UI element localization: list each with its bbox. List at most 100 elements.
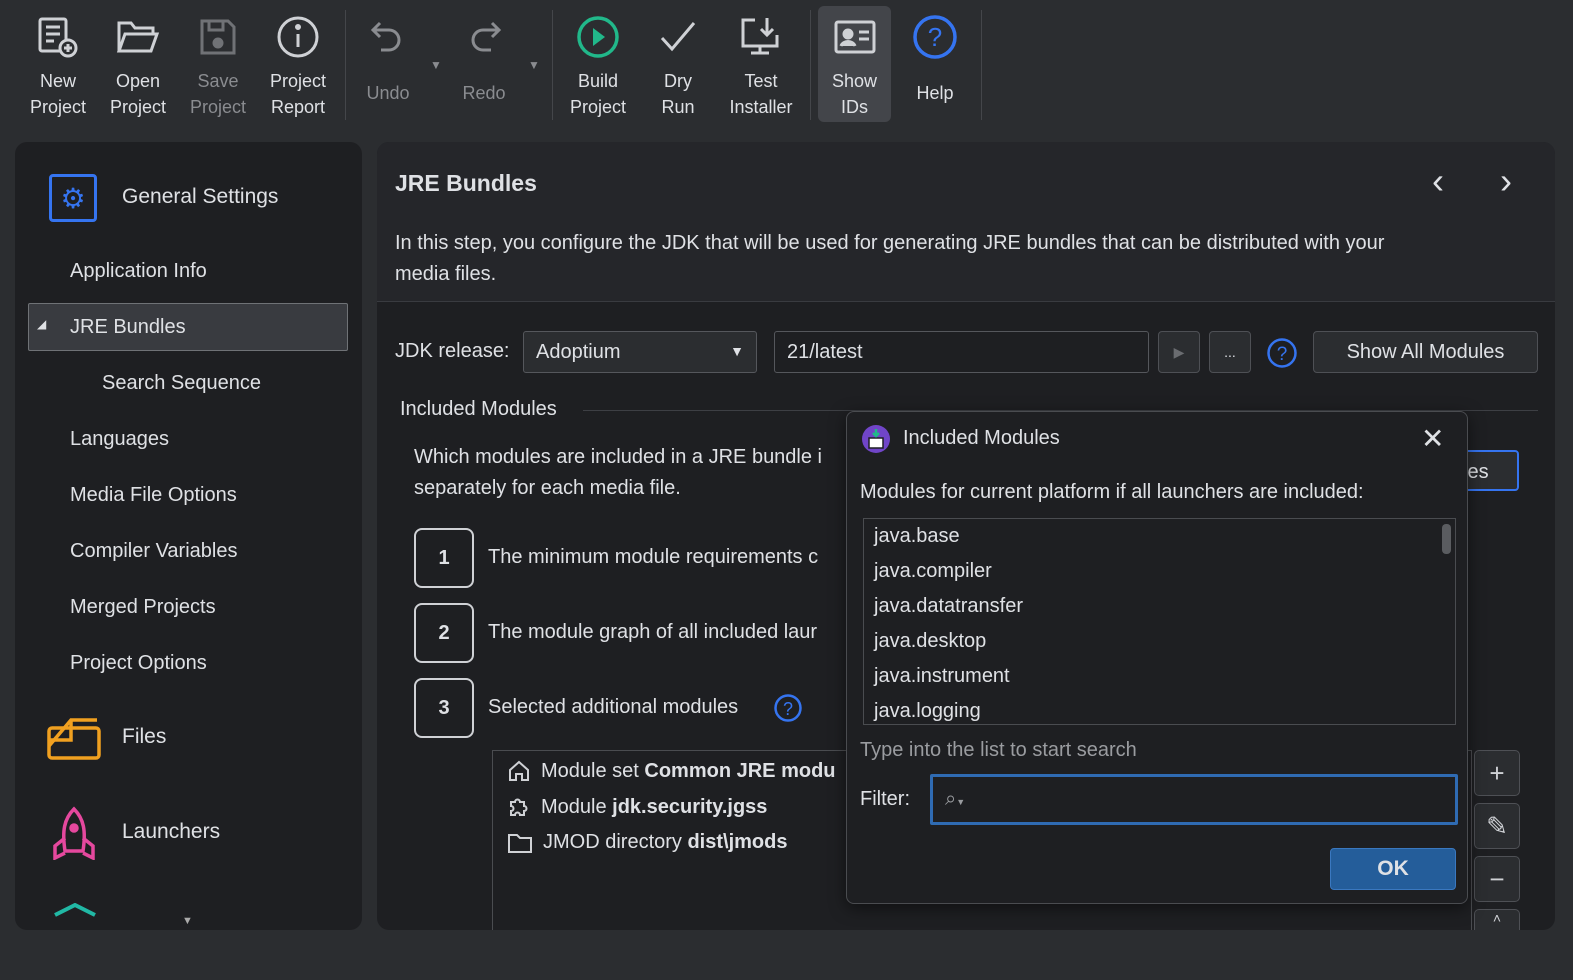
svg-text:?: ? (783, 699, 793, 719)
new-project-button[interactable]: New Project (22, 6, 94, 122)
minus-icon: − (1489, 863, 1505, 894)
undo-button[interactable]: Undo (352, 6, 424, 122)
project-report-button[interactable]: Project Report (262, 6, 334, 122)
jdk-release-label: JDK release: (395, 340, 510, 362)
jdk-provider-value: Adoptium (536, 340, 621, 363)
new-project-label: New Project (29, 71, 87, 117)
build-project-button[interactable]: Build Project (562, 6, 634, 122)
chevron-down-icon: ▼ (730, 343, 744, 359)
checkmark-icon (658, 6, 698, 68)
test-installer-label: Test Installer (729, 71, 793, 117)
browse-button[interactable]: ... (1209, 331, 1251, 373)
module-entry-value: jdk.security.jgss (612, 795, 768, 818)
included-desc-line-1: Which modules are included in a JRE bund… (414, 446, 822, 468)
search-icon: ⌕▼ (945, 788, 966, 810)
module-entry[interactable]: Module jdk.security.jgss (507, 795, 767, 819)
show-all-modules-button[interactable]: Show All Modules (1313, 331, 1538, 373)
home-icon (509, 760, 529, 781)
sidebar: ⚙ General Settings Application Info ◢ JR… (15, 142, 362, 930)
filter-input[interactable]: ⌕▼ (930, 774, 1458, 825)
included-modules-heading: Included Modules (400, 398, 557, 420)
edit-entry-button[interactable]: ✎ (1474, 803, 1520, 849)
help-icon[interactable]: ? (1266, 337, 1298, 375)
redo-button[interactable]: Redo (448, 6, 520, 122)
module-list-item[interactable]: java.compiler (864, 554, 1455, 589)
module-entry-value: dist\jmods (687, 831, 788, 853)
included-modules-dialog: Included Modules ✕ Modules for current p… (846, 411, 1468, 904)
help-icon[interactable]: ? (773, 693, 803, 729)
build-project-label: Build Project (569, 71, 627, 117)
module-list-item[interactable]: java.instrument (864, 659, 1455, 694)
browse-label: ... (1224, 344, 1236, 360)
included-desc-line-2: separately for each media file. (414, 477, 681, 499)
plus-icon: + (1489, 757, 1505, 788)
sidebar-item-search-sequence[interactable]: Search Sequence (102, 372, 261, 395)
gear-icon: ⚙ (49, 174, 97, 222)
sidebar-section-files[interactable]: Files (122, 725, 166, 749)
ok-button[interactable]: OK (1330, 848, 1456, 890)
module-list-item[interactable]: java.logging (864, 694, 1455, 724)
scrollbar-thumb[interactable] (1442, 524, 1451, 554)
chevron-up-icon: ˄ (1492, 910, 1502, 926)
step-text-3: Selected additional modules (488, 696, 739, 718)
sidebar-item-application-info[interactable]: Application Info (70, 260, 207, 283)
jdk-provider-select[interactable]: Adoptium ▼ (523, 331, 757, 373)
sidebar-item-jre-bundles[interactable]: ◢ JRE Bundles (28, 303, 348, 351)
redo-dropdown-icon[interactable]: ▼ (528, 58, 540, 72)
toolbar-separator (552, 10, 553, 120)
module-entry[interactable]: JMOD directory dist\jmods (507, 831, 787, 854)
sidebar-item-languages[interactable]: Languages (70, 428, 169, 451)
save-icon (198, 6, 238, 68)
module-entry-prefix: Module set (541, 759, 645, 782)
step-text-1: The minimum module requirements c (488, 546, 819, 568)
jdk-version-value: 21/latest (787, 340, 863, 363)
save-project-button[interactable]: Save Project (182, 6, 254, 122)
scroll-down-icon[interactable]: ▼ (182, 915, 193, 927)
svg-text:?: ? (928, 22, 942, 52)
sidebar-item-label: JRE Bundles (70, 316, 186, 338)
show-ids-button[interactable]: Show IDs (818, 6, 891, 122)
module-list-item[interactable]: java.datatransfer (864, 589, 1455, 624)
back-chevron-icon[interactable]: ‹ (1432, 160, 1444, 202)
module-entry[interactable]: Module set Common JRE modu (507, 759, 836, 783)
close-icon[interactable]: ✕ (1421, 422, 1444, 455)
module-list-item[interactable]: java.desktop (864, 624, 1455, 659)
help-button[interactable]: ? Help (899, 6, 971, 122)
sidebar-section-launchers[interactable]: Launchers (122, 820, 220, 844)
jdk-version-field[interactable]: 21/latest (774, 331, 1149, 373)
redo-label: Redo (462, 83, 506, 103)
select-version-button[interactable]: ▶ (1158, 331, 1200, 373)
search-hint: Type into the list to start search (860, 739, 1137, 761)
forward-chevron-icon[interactable]: › (1500, 160, 1512, 202)
help-label: Help (916, 83, 954, 103)
add-entry-button[interactable]: + (1474, 750, 1520, 796)
module-list-item[interactable]: java.base (864, 519, 1455, 554)
sidebar-item-media-file-options[interactable]: Media File Options (70, 484, 237, 507)
test-installer-button[interactable]: Test Installer (722, 6, 800, 122)
remove-entry-button[interactable]: − (1474, 856, 1520, 902)
ok-label: OK (1377, 857, 1409, 880)
play-arrow-icon: ▶ (1173, 343, 1185, 360)
sidebar-item-compiler-variables[interactable]: Compiler Variables (70, 540, 237, 563)
installer-section-icon (53, 900, 97, 923)
new-project-icon (36, 6, 80, 68)
puzzle-icon (510, 798, 528, 816)
open-project-button[interactable]: Open Project (102, 6, 174, 122)
module-entry-prefix: JMOD directory (543, 831, 688, 853)
toolbar-separator (810, 10, 811, 120)
sidebar-section-general-settings[interactable]: General Settings (122, 185, 278, 209)
sidebar-item-project-options[interactable]: Project Options (70, 652, 207, 675)
move-up-button[interactable]: ˄ (1474, 909, 1520, 930)
save-project-label: Save Project (189, 71, 247, 117)
module-entry-prefix: Module (541, 795, 613, 818)
redo-icon (464, 6, 504, 68)
undo-dropdown-icon[interactable]: ▼ (430, 58, 442, 72)
expanded-triangle-icon[interactable]: ◢ (37, 317, 46, 331)
dry-run-button[interactable]: Dry Run (642, 6, 714, 122)
module-list[interactable]: java.base java.compiler java.datatransfe… (863, 518, 1456, 725)
page-title: JRE Bundles (395, 170, 537, 196)
step-number-3: 3 (414, 678, 474, 738)
dialog-title: Included Modules (903, 427, 1060, 449)
id-card-icon (833, 6, 877, 68)
sidebar-item-merged-projects[interactable]: Merged Projects (70, 596, 216, 619)
